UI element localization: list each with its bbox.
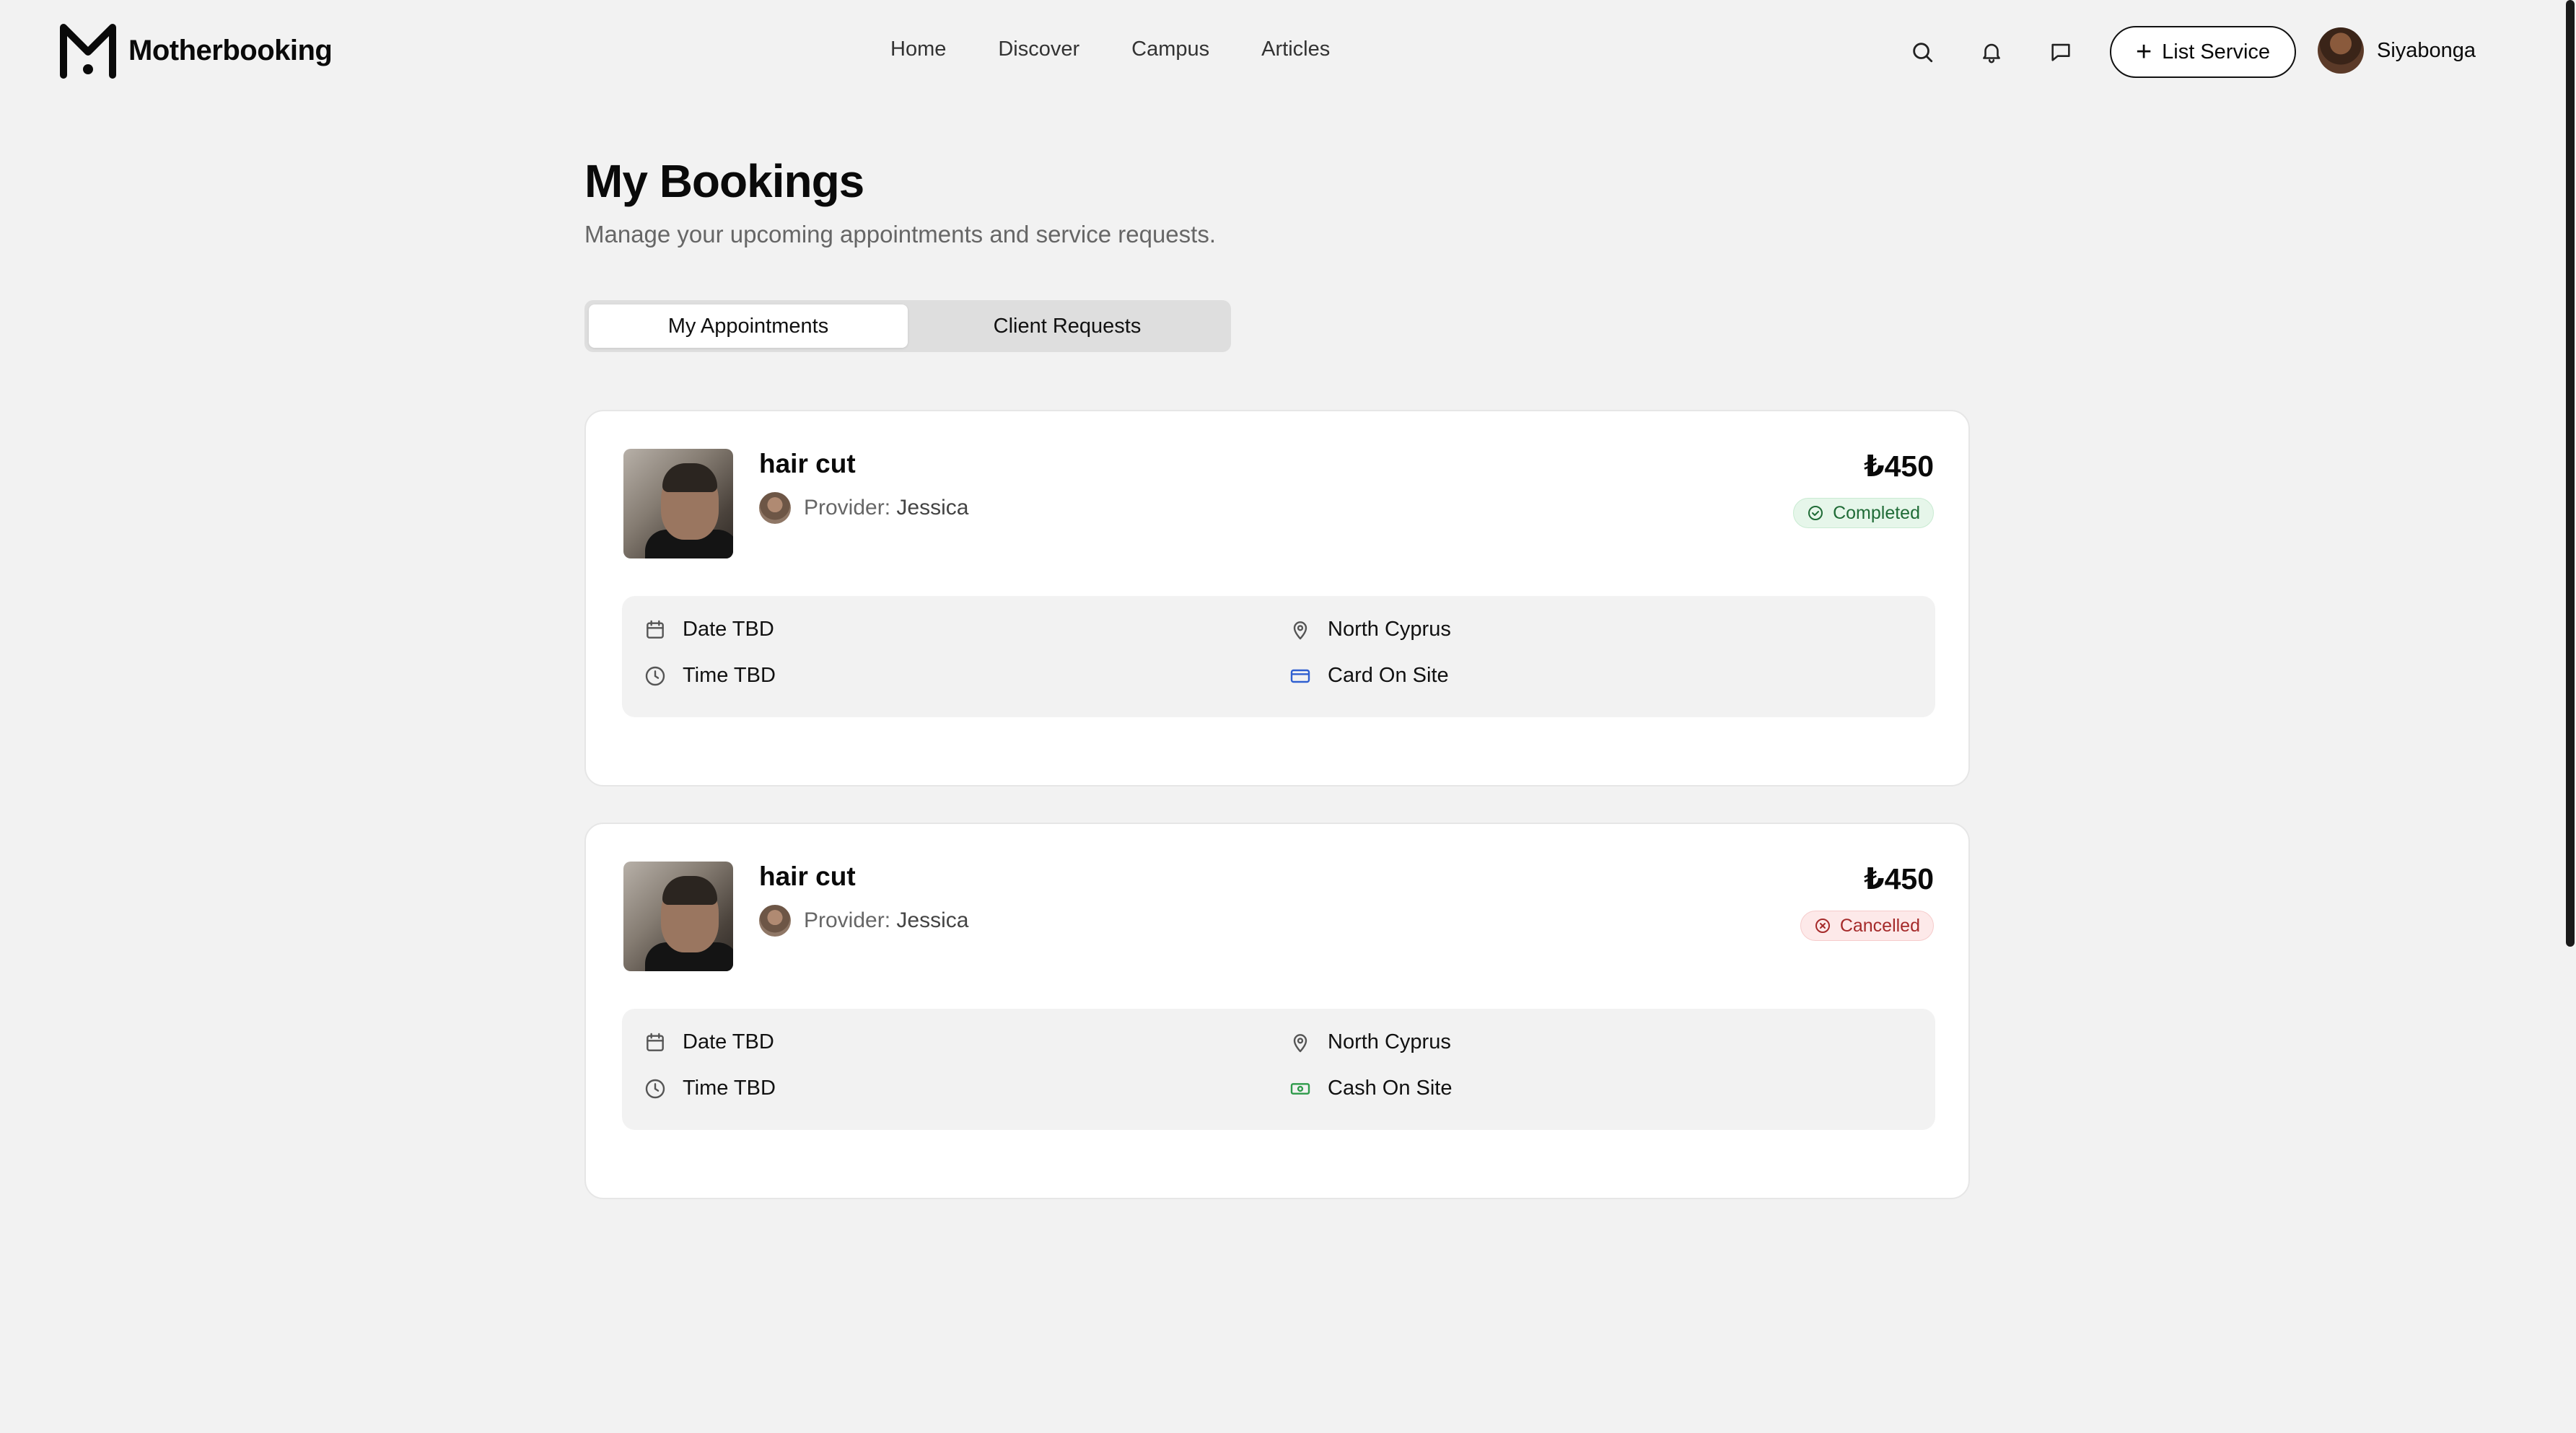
brand-name: Motherbooking: [128, 34, 333, 66]
nav-articles[interactable]: Articles: [1261, 38, 1330, 61]
bookings-tabs: My Appointments Client Requests: [584, 300, 1231, 352]
location-value: North Cyprus: [1328, 1030, 1451, 1053]
status-label: Completed: [1833, 502, 1920, 523]
check-circle-icon: [1808, 506, 1823, 520]
map-pin-icon: [1293, 1033, 1307, 1052]
location-value: North Cyprus: [1328, 618, 1451, 641]
booking-date: Date TBD: [644, 618, 774, 641]
page-subtitle: Manage your upcoming appointments and se…: [584, 221, 1216, 247]
list-service-label: List Service: [2162, 40, 2271, 63]
nav-home[interactable]: Home: [890, 38, 946, 61]
status-label: Cancelled: [1839, 915, 1920, 936]
provider-avatar: [759, 492, 791, 524]
booking-details: Date TBD Time TBD North Cyprus Card On S…: [622, 596, 1935, 717]
clock-icon: [645, 666, 665, 685]
messages-button[interactable]: [2046, 38, 2075, 66]
map-pin-icon: [1293, 621, 1307, 639]
user-menu[interactable]: Siyabonga: [2318, 27, 2476, 74]
scrollbar-thumb[interactable]: [2566, 0, 2575, 947]
provider-prefix: Provider:: [804, 908, 891, 932]
date-value: Date TBD: [683, 618, 774, 641]
nav-campus[interactable]: Campus: [1131, 38, 1209, 61]
date-value: Date TBD: [683, 1030, 774, 1053]
user-avatar: [2318, 27, 2364, 74]
message-icon: [2051, 43, 2070, 61]
top-navbar: Motherbooking Home Discover Campus Artic…: [0, 0, 2563, 104]
service-name: hair cut: [759, 862, 856, 891]
booking-location: North Cyprus: [1289, 1030, 1451, 1054]
provider-name: Jessica: [896, 908, 969, 932]
payment-value: Cash On Site: [1328, 1077, 1453, 1100]
service-thumbnail: [623, 862, 733, 971]
list-service-button[interactable]: + List Service: [2110, 26, 2296, 78]
booking-time: Time TBD: [644, 664, 776, 688]
status-badge: Cancelled: [1800, 911, 1934, 941]
service-thumbnail: [623, 449, 733, 558]
bell-icon: [1983, 43, 2000, 63]
provider-name: Jessica: [896, 496, 969, 520]
motherbooking-logo-icon: [60, 24, 116, 79]
plus-icon: +: [2135, 37, 2152, 67]
time-value: Time TBD: [683, 1077, 776, 1100]
booking-time: Time TBD: [644, 1077, 776, 1100]
service-name: hair cut: [759, 449, 856, 478]
page-title: My Bookings: [584, 155, 864, 207]
status-badge: Completed: [1793, 498, 1934, 528]
calendar-icon: [647, 1033, 664, 1051]
payment-value: Card On Site: [1328, 664, 1449, 687]
provider-info: Provider: Jessica: [759, 492, 968, 524]
nav-discover[interactable]: Discover: [998, 38, 1079, 61]
user-name: Siyabonga: [2377, 38, 2476, 62]
notifications-button[interactable]: [1977, 38, 2006, 66]
booking-location: North Cyprus: [1289, 618, 1451, 641]
provider-avatar: [759, 905, 791, 937]
booking-details: Date TBD Time TBD North Cyprus Cash On S…: [622, 1009, 1935, 1130]
provider-info: Provider: Jessica: [759, 905, 968, 937]
booking-price: ₺450: [1864, 450, 1934, 483]
cash-icon: [1290, 1082, 1310, 1095]
search-button[interactable]: [1908, 38, 1937, 66]
search-icon: [1913, 43, 1933, 63]
booking-payment: Card On Site: [1289, 664, 1449, 688]
calendar-icon: [647, 620, 664, 639]
page: Motherbooking Home Discover Campus Artic…: [0, 0, 2576, 1433]
tab-client-requests[interactable]: Client Requests: [908, 304, 1227, 348]
booking-card[interactable]: hair cut Provider: Jessica ₺450 Cancelle…: [584, 823, 1970, 1199]
provider-prefix: Provider:: [804, 496, 891, 520]
booking-price: ₺450: [1864, 862, 1934, 895]
clock-icon: [645, 1079, 665, 1098]
booking-card[interactable]: hair cut Provider: Jessica ₺450 Complete…: [584, 410, 1970, 786]
booking-payment: Cash On Site: [1289, 1077, 1452, 1100]
x-circle-icon: [1815, 919, 1830, 933]
booking-date: Date TBD: [644, 1030, 774, 1054]
logo-link[interactable]: Motherbooking: [58, 20, 333, 81]
credit-card-icon: [1290, 669, 1310, 683]
tab-my-appointments[interactable]: My Appointments: [589, 304, 908, 348]
time-value: Time TBD: [683, 664, 776, 687]
main-nav: Home Discover Campus Articles: [890, 38, 1330, 61]
